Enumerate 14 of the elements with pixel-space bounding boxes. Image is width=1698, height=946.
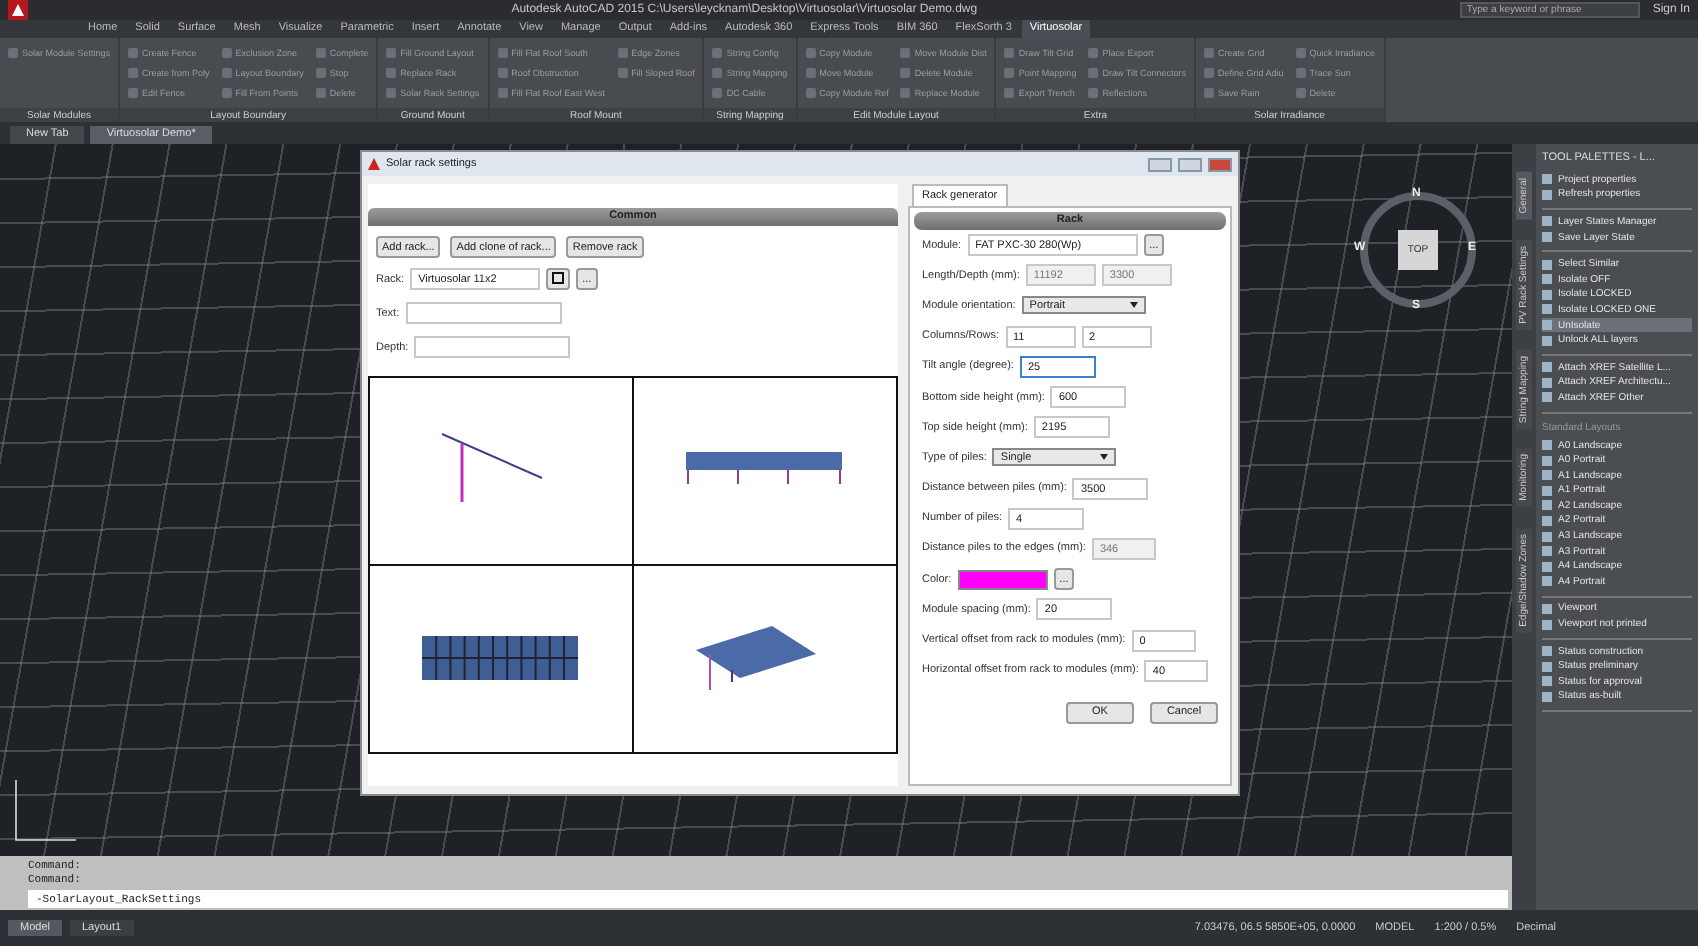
edit-button[interactable] — [546, 268, 571, 290]
app-menu-button[interactable] — [8, 0, 28, 20]
input-field[interactable] — [405, 302, 562, 324]
input-field[interactable] — [414, 336, 571, 358]
color-swatch[interactable] — [957, 569, 1048, 590]
edit-icon — [552, 272, 565, 284]
caret-icon — [1100, 454, 1109, 461]
minimize-icon[interactable] — [1148, 157, 1172, 171]
close-icon[interactable] — [1208, 157, 1232, 171]
app-icon — [368, 158, 380, 170]
caret-icon — [1129, 302, 1138, 309]
maximize-icon[interactable] — [1178, 157, 1202, 171]
logo-icon — [12, 4, 24, 16]
ucs-icon — [15, 779, 77, 841]
